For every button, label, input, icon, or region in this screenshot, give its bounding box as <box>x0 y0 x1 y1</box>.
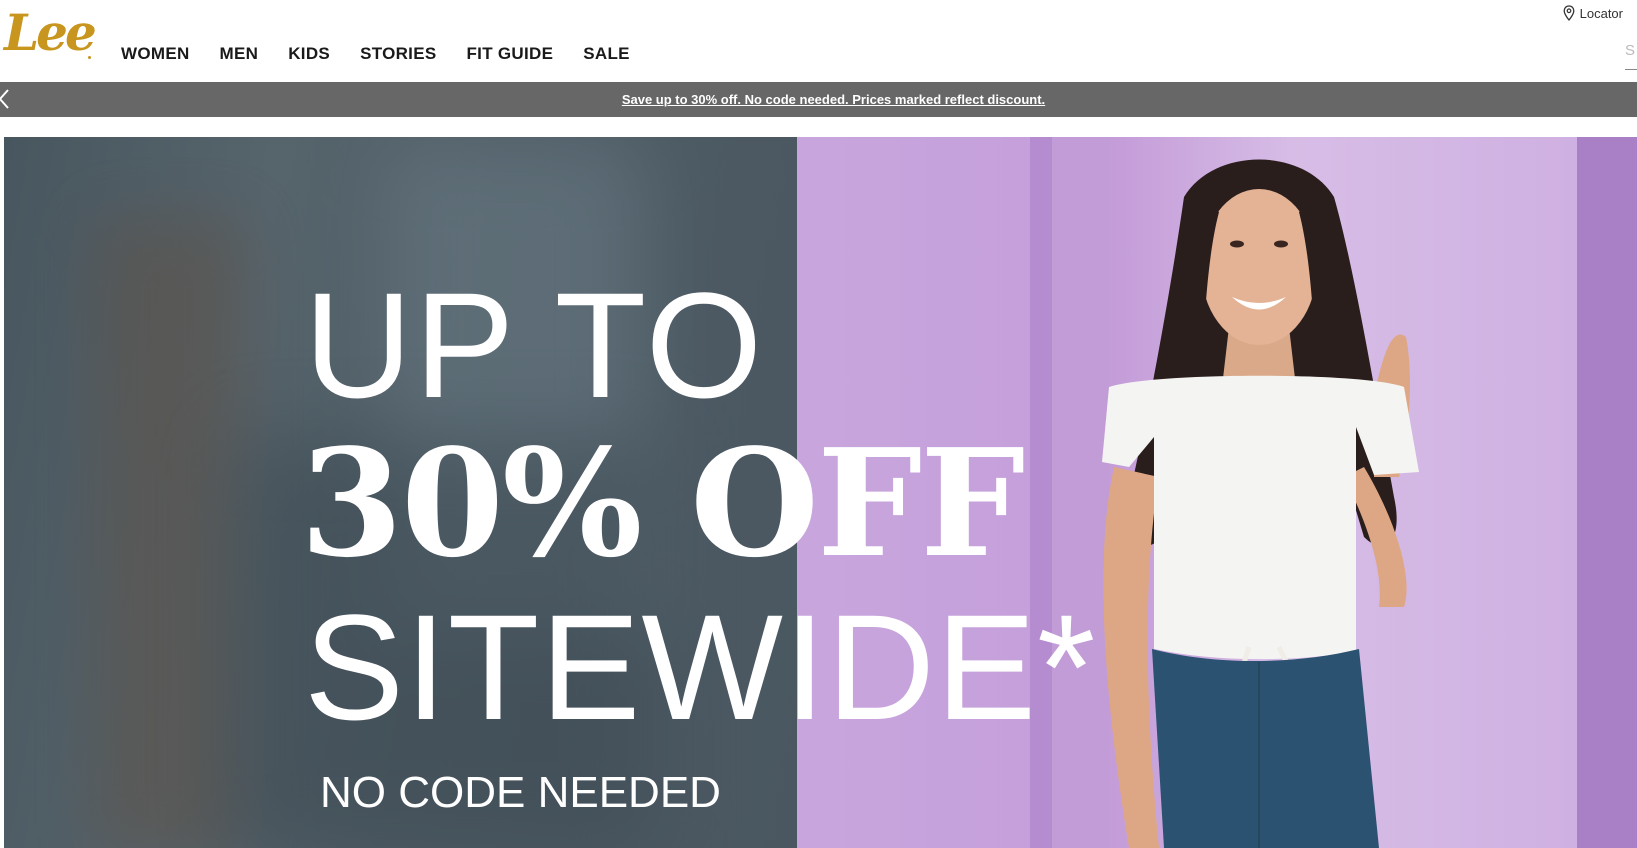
hero-line-sitewide: SITEWIDE* <box>304 583 1097 751</box>
registered-mark <box>88 56 91 59</box>
nav-item-kids[interactable]: KIDS <box>288 44 330 64</box>
nav-item-fit-guide[interactable]: FIT GUIDE <box>466 44 553 64</box>
promo-banner: Save up to 30% off. No code needed. Pric… <box>0 82 1637 117</box>
hero-line-no-code: NO CODE NEEDED <box>320 768 721 817</box>
locator-label: Locator <box>1579 5 1623 21</box>
nav-item-sale[interactable]: SALE <box>583 44 630 64</box>
nav-item-men[interactable]: MEN <box>220 44 259 64</box>
main-nav: WOMEN MEN KIDS STORIES FIT GUIDE SALE <box>121 44 660 64</box>
wall-panel <box>1577 137 1637 848</box>
lee-logo[interactable]: Lee <box>4 8 97 58</box>
hero-line-discount: 30% OFF <box>300 416 1025 590</box>
promo-link[interactable]: Save up to 30% off. No code needed. Pric… <box>622 92 1045 107</box>
site-header: Lee WOMEN MEN KIDS STORIES FIT GUIDE SAL… <box>0 0 1637 82</box>
hero-banner[interactable]: UP TO 30% OFF SITEWIDE* NO CODE NEEDED <box>4 137 1637 848</box>
nav-item-women[interactable]: WOMEN <box>121 44 190 64</box>
chevron-left-icon[interactable] <box>0 88 16 110</box>
store-locator-link[interactable]: Locator <box>1563 5 1623 21</box>
hero-blur-shape <box>94 217 244 848</box>
search-input[interactable]: S <box>1625 42 1637 70</box>
model-photo <box>1102 159 1419 848</box>
map-pin-icon <box>1563 5 1575 21</box>
hero-line-up-to: UP TO <box>304 261 765 429</box>
nav-item-stories[interactable]: STORIES <box>360 44 436 64</box>
